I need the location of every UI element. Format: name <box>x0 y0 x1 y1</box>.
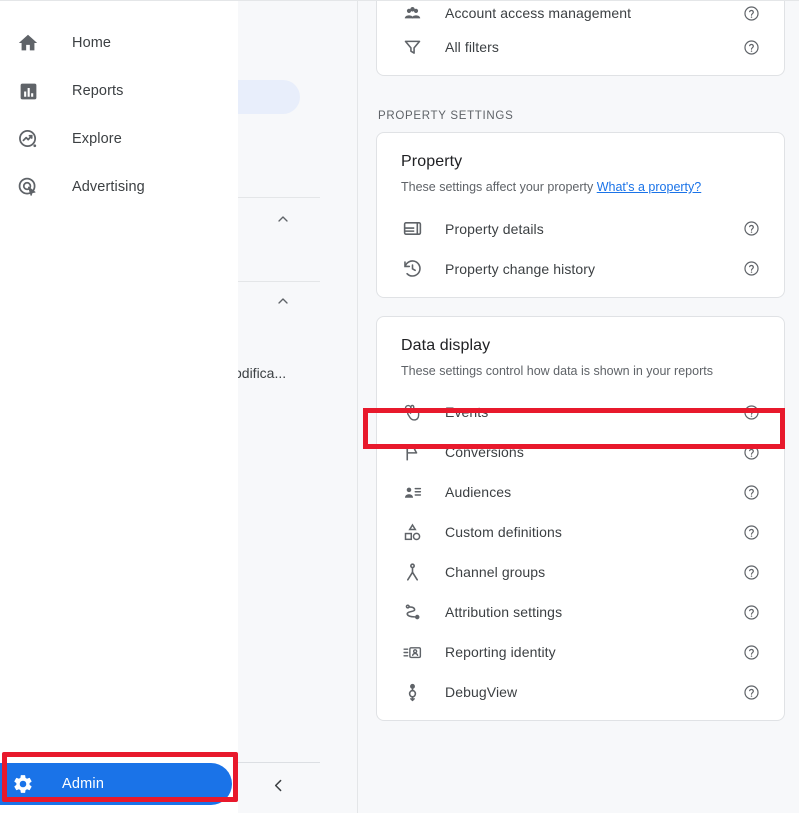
row-audiences[interactable]: Audiences <box>377 472 784 512</box>
sidebar-item-advertising[interactable]: Advertising <box>0 163 238 211</box>
attribution-path-icon <box>401 601 423 623</box>
help-icon[interactable] <box>742 38 760 56</box>
left-sidebar: Home Reports Explore Advertising <box>0 1 238 813</box>
filter-funnel-icon <box>401 36 423 58</box>
audience-person-list-icon <box>401 481 423 503</box>
sidebar-item-label: Explore <box>72 131 122 147</box>
row-all-filters[interactable]: All filters <box>377 27 784 67</box>
property-settings-label: PROPERTY SETTINGS <box>376 94 785 132</box>
row-label: Audiences <box>445 484 742 500</box>
settings-content: Account access management All filters PR… <box>358 1 799 813</box>
tap-hand-icon <box>401 401 423 423</box>
help-icon[interactable] <box>742 683 760 701</box>
help-icon[interactable] <box>742 483 760 501</box>
middle-panel: odifica... <box>238 1 358 813</box>
sidebar-item-label: Home <box>72 35 111 51</box>
sidebar-item-label: Reports <box>72 83 123 99</box>
row-label: DebugView <box>445 684 742 700</box>
flag-icon <box>401 441 423 463</box>
row-conversions[interactable]: Conversions <box>377 432 784 472</box>
property-card-title: Property <box>377 133 784 171</box>
data-display-card: Data display These settings control how … <box>376 316 785 722</box>
explore-trend-icon <box>16 127 40 151</box>
row-label: All filters <box>445 39 742 55</box>
chevron-left-icon[interactable] <box>264 771 292 799</box>
row-label: Custom definitions <box>445 524 742 540</box>
property-details-card-icon <box>401 218 423 240</box>
admin-button[interactable]: Admin <box>0 763 232 805</box>
whats-a-property-link[interactable]: What's a property? <box>597 180 702 194</box>
row-custom-definitions[interactable]: Custom definitions <box>377 512 784 552</box>
property-card-subtitle: These settings affect your property What… <box>377 171 784 209</box>
channel-branch-icon <box>401 561 423 583</box>
selected-nav-pill[interactable] <box>238 80 300 114</box>
row-label: Channel groups <box>445 564 742 580</box>
help-icon[interactable] <box>742 523 760 541</box>
sidebar-item-reports[interactable]: Reports <box>0 67 238 115</box>
property-card-subtitle-text: These settings affect your property <box>401 180 593 194</box>
row-reporting-identity[interactable]: Reporting identity <box>377 632 784 672</box>
row-label: Conversions <box>445 444 742 460</box>
home-icon <box>16 31 40 55</box>
admin-button-label: Admin <box>62 776 104 792</box>
help-icon[interactable] <box>742 643 760 661</box>
reports-bar-chart-icon <box>16 79 40 103</box>
account-access-people-icon <box>401 2 423 24</box>
sidebar-item-home[interactable]: Home <box>0 19 238 67</box>
account-card: Account access management All filters <box>376 1 785 76</box>
gear-icon <box>10 772 36 796</box>
row-property-details[interactable]: Property details <box>377 209 784 249</box>
help-icon[interactable] <box>742 443 760 461</box>
panel-divider <box>238 197 320 198</box>
sidebar-item-explore[interactable]: Explore <box>0 115 238 163</box>
chevron-up-icon[interactable] <box>275 211 291 229</box>
panel-bottom-divider <box>238 762 320 763</box>
shapes-icon <box>401 521 423 543</box>
row-label: Account access management <box>445 5 742 21</box>
data-display-card-subtitle: These settings control how data is shown… <box>377 355 784 393</box>
reporting-identity-badge-icon <box>401 641 423 663</box>
row-label: Attribution settings <box>445 604 742 620</box>
data-display-card-title: Data display <box>377 317 784 355</box>
help-icon[interactable] <box>742 220 760 238</box>
help-icon[interactable] <box>742 260 760 278</box>
chevron-up-icon[interactable] <box>275 293 291 311</box>
row-attribution-settings[interactable]: Attribution settings <box>377 592 784 632</box>
row-label: Events <box>445 404 742 420</box>
row-debugview[interactable]: DebugView <box>377 672 784 712</box>
admin-page: Home Reports Explore Advertising <box>0 0 799 813</box>
row-account-access-management[interactable]: Account access management <box>377 1 784 27</box>
panel-divider <box>238 281 320 282</box>
row-events[interactable]: Events <box>377 392 784 432</box>
admin-button-wrap: Admin <box>0 763 238 805</box>
history-clock-icon <box>401 258 423 280</box>
help-icon[interactable] <box>742 603 760 621</box>
row-label: Property details <box>445 221 742 237</box>
debug-bug-icon <box>401 681 423 703</box>
row-label: Reporting identity <box>445 644 742 660</box>
help-icon[interactable] <box>742 403 760 421</box>
row-property-change-history[interactable]: Property change history <box>377 249 784 289</box>
row-label: Property change history <box>445 261 742 277</box>
help-icon[interactable] <box>742 4 760 22</box>
row-channel-groups[interactable]: Channel groups <box>377 552 784 592</box>
property-card: Property These settings affect your prop… <box>376 132 785 298</box>
help-icon[interactable] <box>742 563 760 581</box>
sidebar-item-label: Advertising <box>72 179 145 195</box>
advertising-target-icon <box>16 175 40 199</box>
truncated-item-label: odifica... <box>238 365 286 381</box>
